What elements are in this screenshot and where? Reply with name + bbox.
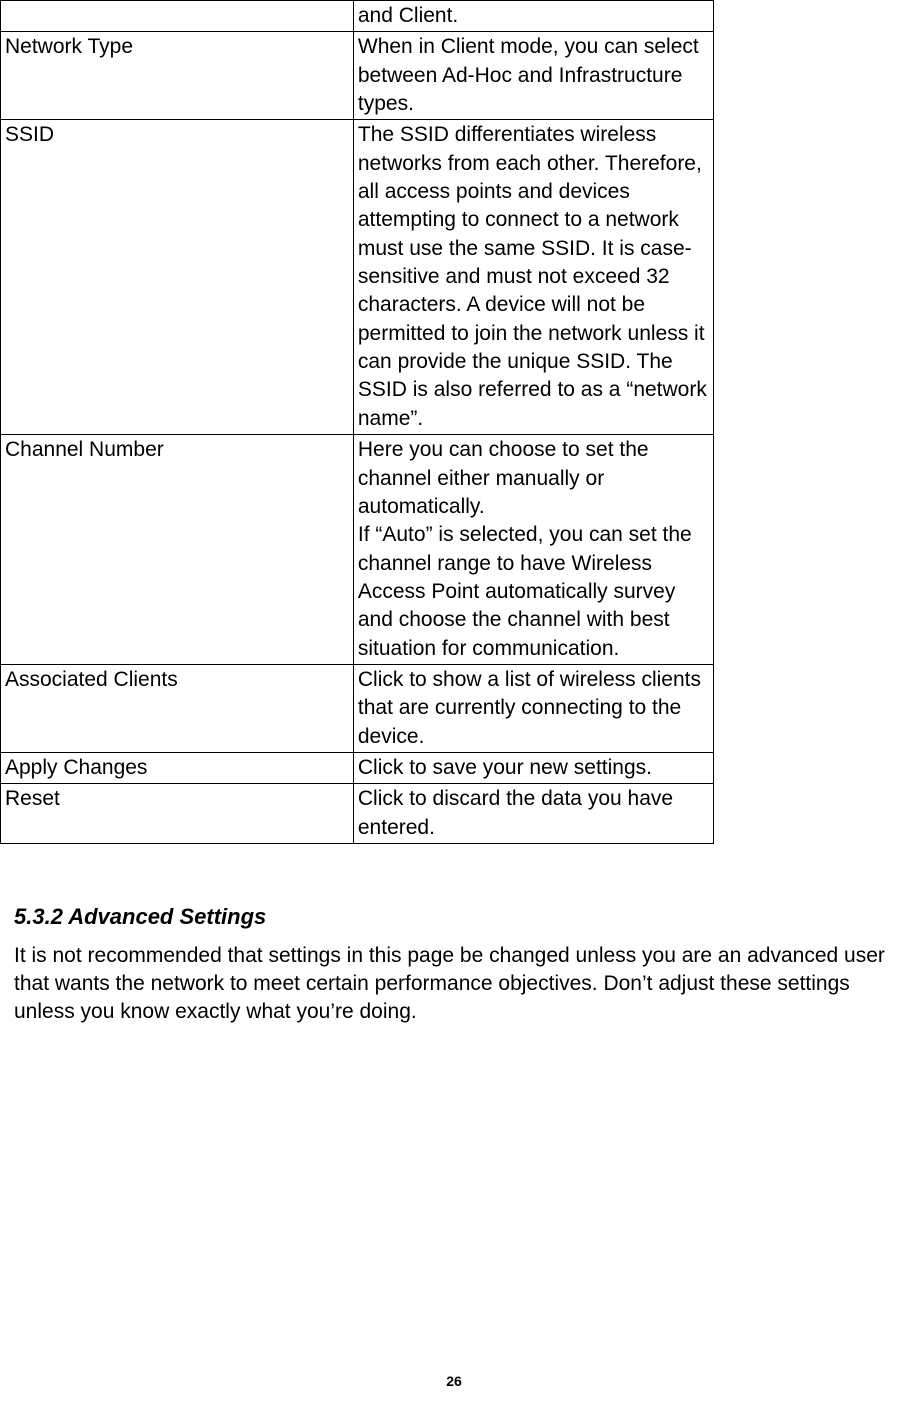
table-row: Network Type When in Client mode, you ca… — [1, 32, 714, 120]
table-row: SSID The SSID differentiates wireless ne… — [1, 120, 714, 435]
param-desc-cell: Click to show a list of wireless clients… — [353, 664, 713, 752]
section-heading: 5.3.2 Advanced Settings — [14, 902, 894, 932]
page-container: and Client. Network Type When in Client … — [0, 0, 908, 1411]
param-name-cell: SSID — [1, 120, 354, 435]
param-name-cell — [1, 1, 354, 32]
table-row: Associated Clients Click to show a list … — [1, 664, 714, 752]
definitions-table: and Client. Network Type When in Client … — [0, 0, 714, 844]
param-desc-cell: Here you can choose to set the channel e… — [353, 435, 713, 665]
param-name-cell: Apply Changes — [1, 752, 354, 783]
param-name-cell: Network Type — [1, 32, 354, 120]
param-desc-cell: When in Client mode, you can select betw… — [353, 32, 713, 120]
param-desc-cell: and Client. — [353, 1, 713, 32]
table-row: and Client. — [1, 1, 714, 32]
param-name-cell: Channel Number — [1, 435, 354, 665]
param-name-cell: Associated Clients — [1, 664, 354, 752]
page-number: 26 — [0, 1372, 908, 1391]
table-row: Channel Number Here you can choose to se… — [1, 435, 714, 665]
param-desc-cell: Click to save your new settings. — [353, 752, 713, 783]
param-name-cell: Reset — [1, 784, 354, 844]
table-row: Apply Changes Click to save your new set… — [1, 752, 714, 783]
table-row: Reset Click to discard the data you have… — [1, 784, 714, 844]
param-desc-cell: The SSID differentiates wireless network… — [353, 120, 713, 435]
section-paragraph: It is not recommended that settings in t… — [14, 942, 894, 1027]
param-desc-cell: Click to discard the data you have enter… — [353, 784, 713, 844]
